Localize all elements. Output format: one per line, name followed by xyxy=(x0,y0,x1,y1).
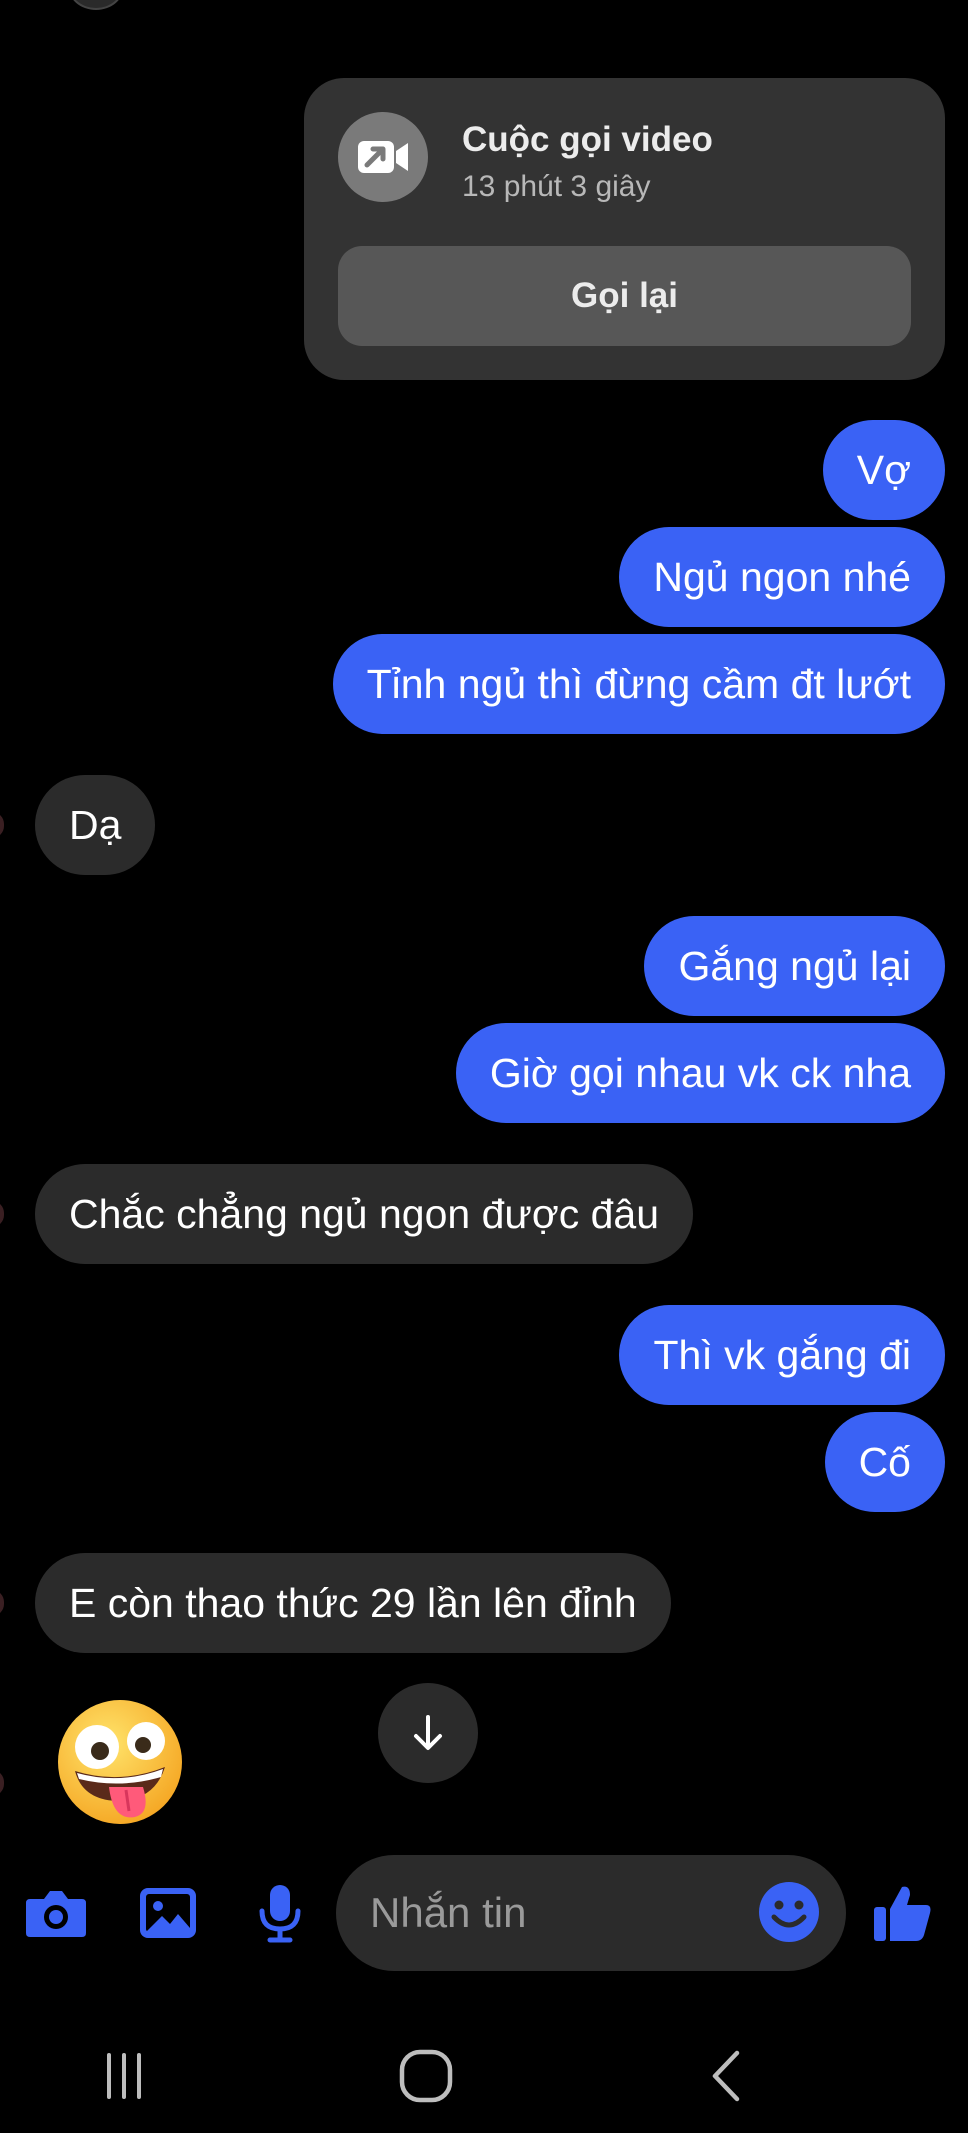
thumbs-up-icon[interactable] xyxy=(868,1881,938,1945)
gallery-icon[interactable] xyxy=(136,1881,200,1945)
contact-avatar[interactable] xyxy=(68,0,124,10)
sender-avatar xyxy=(0,1770,4,1796)
video-call-icon xyxy=(338,112,428,202)
message-bubble-outgoing[interactable]: Tỉnh ngủ thì đừng cầm đt lướt xyxy=(332,634,945,734)
call-duration: 13 phút 3 giây xyxy=(462,170,651,203)
system-navigation-bar xyxy=(0,2017,968,2133)
video-call-card: Cuộc gọi video 13 phút 3 giây Gọi lại xyxy=(304,78,945,380)
message-bubble-incoming[interactable]: E còn thao thức 29 lần lên đỉnh xyxy=(35,1553,671,1653)
message-bubble-incoming[interactable]: Dạ xyxy=(35,775,156,875)
message-input-container[interactable] xyxy=(336,1855,846,1971)
call-title: Cuộc gọi video xyxy=(462,120,713,159)
microphone-icon[interactable] xyxy=(248,1881,312,1945)
zany-face-emoji[interactable] xyxy=(55,1697,185,1827)
camera-icon[interactable] xyxy=(24,1881,88,1945)
message-bubble-incoming[interactable]: Chắc chẳng ngủ ngon được đâu xyxy=(35,1164,694,1264)
message-bubble-outgoing[interactable]: Giờ gọi nhau vk ck nha xyxy=(455,1023,945,1123)
sender-avatar xyxy=(0,1201,4,1227)
message-bubble-outgoing[interactable]: Vợ xyxy=(822,420,945,520)
sender-avatar xyxy=(0,812,4,838)
back-icon[interactable] xyxy=(693,2041,763,2111)
message-input[interactable] xyxy=(370,1883,750,1943)
message-bubble-outgoing[interactable]: Thì vk gắng đi xyxy=(619,1305,945,1405)
message-bubble-outgoing[interactable]: Cố xyxy=(824,1412,945,1512)
home-icon[interactable] xyxy=(391,2041,461,2111)
message-bubble-outgoing[interactable]: Ngủ ngon nhé xyxy=(619,527,945,627)
call-back-button[interactable]: Gọi lại xyxy=(338,246,911,346)
recent-apps-icon[interactable] xyxy=(89,2041,159,2111)
arrow-down-icon xyxy=(414,1715,442,1750)
scroll-to-bottom-button[interactable] xyxy=(378,1683,478,1783)
message-composer xyxy=(0,1855,968,1975)
emoji-icon[interactable] xyxy=(756,1879,822,1945)
sender-avatar xyxy=(0,1590,4,1616)
message-bubble-outgoing[interactable]: Gắng ngủ lại xyxy=(644,916,945,1016)
